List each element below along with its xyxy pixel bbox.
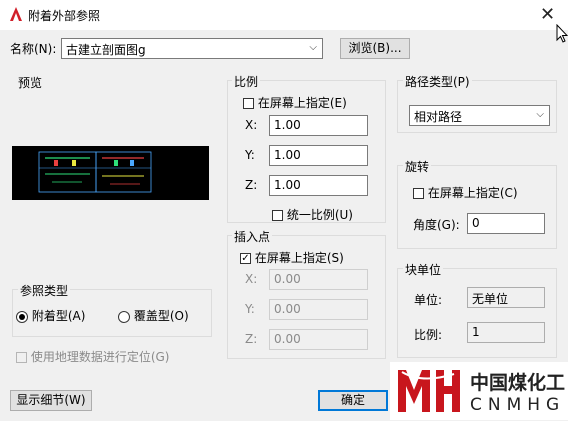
insertion-z-label: Z: (245, 332, 258, 346)
uniform-scale-checkbox[interactable]: 统一比例(U) (272, 206, 353, 223)
scale-y-input[interactable]: 1.00 (269, 145, 368, 166)
attachment-radio[interactable]: 附着型(A) (16, 307, 85, 324)
geo-location-check[interactable] (16, 352, 27, 363)
insertion-y-input[interactable]: 0.00 (269, 299, 368, 320)
chevron-down-icon: ⌵ (309, 42, 317, 53)
unit-label: 单位: (414, 293, 443, 307)
attachment-radio-label: 附着型(A) (31, 309, 86, 323)
rotation-label: 旋转 (403, 158, 432, 175)
overlay-radio[interactable]: 覆盖型(O) (118, 307, 189, 324)
scale-z-label: Z: (245, 178, 258, 192)
watermark-en: CNMHG (470, 395, 566, 415)
cnmhg-logo-icon (392, 364, 462, 418)
watermark: 中国煤化工 CNMHG (390, 362, 568, 420)
close-icon[interactable]: ✕ (540, 4, 555, 25)
rotation-specify-check[interactable] (413, 188, 424, 199)
preview-label: 预览 (18, 76, 43, 90)
insertion-point-label: 插入点 (232, 228, 273, 245)
insertion-x-label: X: (245, 272, 258, 286)
rotation-specify-checkbox[interactable]: 在屏幕上指定(C) (413, 184, 518, 201)
insertion-x-input[interactable]: 0.00 (269, 269, 368, 290)
scale-label: 比例 (232, 73, 261, 90)
rotation-group (397, 165, 557, 249)
block-scale-label: 比例: (414, 328, 443, 342)
overlay-radio-label: 覆盖型(O) (133, 309, 189, 323)
block-unit-group (397, 268, 557, 358)
name-combo[interactable]: 古建立剖面图g ⌵ (61, 38, 323, 59)
block-scale-value: 1 (467, 322, 545, 343)
insertion-specify-check[interactable] (240, 253, 251, 264)
autocad-logo-icon (8, 6, 24, 22)
insertion-y-label: Y: (245, 302, 255, 316)
geo-location-label: 使用地理数据进行定位(G) (30, 350, 170, 364)
angle-label: 角度(G): (413, 218, 460, 232)
scale-specify-checkbox[interactable]: 在屏幕上指定(E) (243, 94, 347, 111)
unit-value: 无单位 (467, 287, 545, 308)
window-title: 附着外部参照 (28, 9, 101, 23)
scale-y-label: Y: (245, 148, 255, 162)
name-combo-value: 古建立剖面图g (66, 43, 146, 57)
scale-specify-check[interactable] (243, 98, 254, 109)
path-type-value: 相对路径 (414, 110, 463, 124)
mouse-cursor-icon (556, 23, 568, 47)
watermark-cn: 中国煤化工 (470, 372, 566, 394)
chevron-down-icon: ⌵ (536, 109, 544, 120)
browse-button[interactable]: 浏览(B)... (340, 38, 410, 59)
block-unit-label: 块单位 (403, 261, 444, 278)
attachment-radio-button[interactable] (16, 310, 28, 323)
uniform-scale-check[interactable] (272, 210, 283, 221)
path-type-combo[interactable]: 相对路径 ⌵ (409, 105, 550, 126)
rotation-specify-label: 在屏幕上指定(C) (427, 186, 518, 200)
scale-x-input[interactable]: 1.00 (269, 115, 368, 136)
angle-input[interactable]: 0 (467, 213, 545, 234)
reference-type-label: 参照类型 (18, 282, 71, 299)
insertion-z-input[interactable]: 0.00 (269, 329, 368, 350)
name-label: 名称(N): (10, 42, 57, 56)
geo-location-checkbox[interactable]: 使用地理数据进行定位(G) (16, 348, 170, 365)
ok-button[interactable]: 确定 (318, 390, 388, 411)
preview-image (12, 146, 209, 200)
scale-z-input[interactable]: 1.00 (269, 175, 368, 196)
insertion-specify-label: 在屏幕上指定(S) (254, 251, 344, 265)
uniform-scale-label: 统一比例(U) (286, 208, 353, 222)
scale-specify-label: 在屏幕上指定(E) (257, 96, 347, 110)
insertion-specify-checkbox[interactable]: 在屏幕上指定(S) (240, 249, 344, 266)
show-details-button[interactable]: 显示细节(W) (10, 390, 92, 411)
path-type-label: 路径类型(P) (403, 73, 472, 90)
overlay-radio-button[interactable] (118, 310, 130, 323)
scale-x-label: X: (245, 118, 258, 132)
